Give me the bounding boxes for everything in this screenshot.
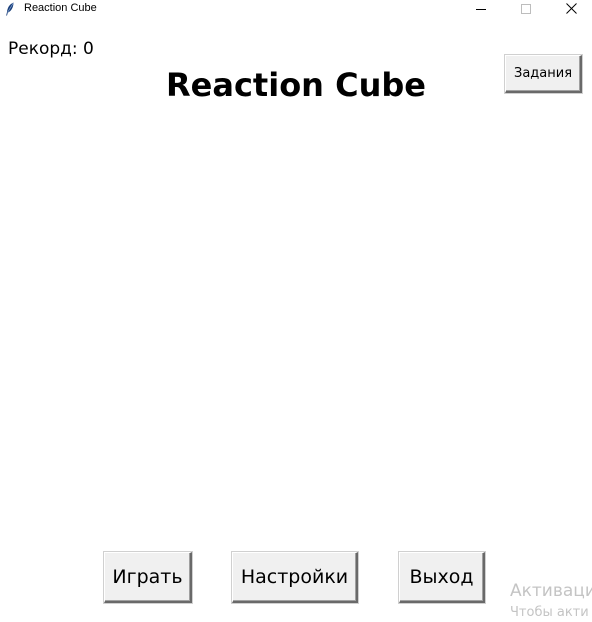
close-icon — [565, 0, 577, 18]
window-titlebar[interactable]: Reaction Cube — [0, 0, 592, 17]
feather-icon — [5, 1, 15, 16]
exit-button[interactable]: Выход — [399, 552, 485, 603]
record-label: Рекорд: 0 — [8, 39, 94, 59]
maximize-icon — [521, 0, 531, 18]
page-title-text: Reaction Cube — [166, 66, 426, 104]
minimize-button[interactable] — [458, 0, 504, 17]
minimize-icon — [476, 0, 486, 18]
activation-watermark: Активаци Чтобы акти — [510, 580, 592, 622]
exit-button-label: Выход — [409, 566, 474, 588]
maximize-button[interactable] — [503, 0, 549, 17]
settings-button-label: Настройки — [240, 566, 349, 588]
tasks-button-label: Задания — [513, 66, 573, 81]
play-button[interactable]: Играть — [104, 552, 192, 603]
watermark-line-1: Активаци — [510, 581, 592, 601]
tasks-button[interactable]: Задания — [505, 55, 582, 93]
window-title: Reaction Cube — [24, 2, 97, 14]
watermark-line-2: Чтобы акти — [510, 605, 589, 620]
play-button-label: Играть — [112, 566, 183, 588]
close-button[interactable] — [548, 0, 592, 17]
page-title: Reaction Cube — [0, 64, 592, 106]
settings-button[interactable]: Настройки — [232, 552, 358, 603]
